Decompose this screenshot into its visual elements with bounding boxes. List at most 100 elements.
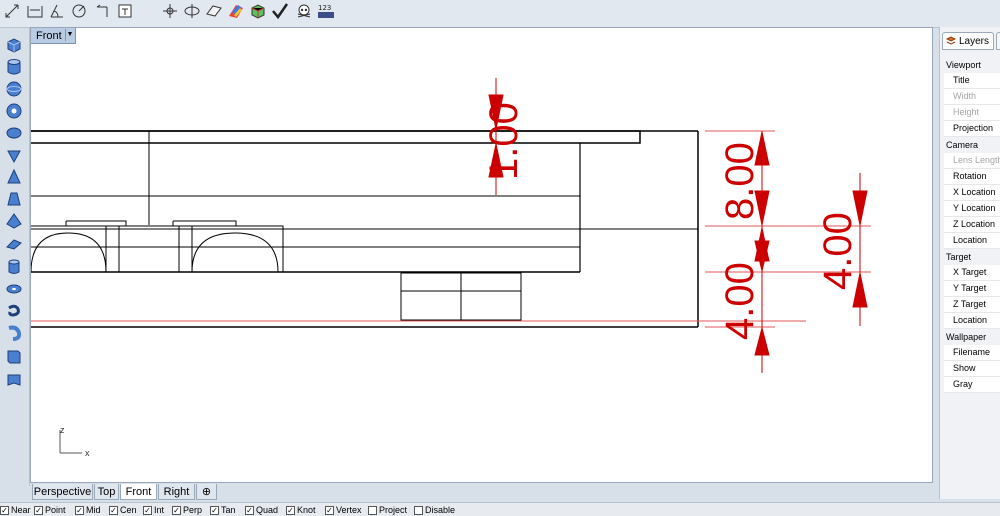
pipe-icon[interactable] [4,257,24,277]
check-icon[interactable] [270,1,290,21]
next-panel-tab[interactable] [996,32,1000,50]
sphere-icon[interactable] [4,79,24,99]
layers-tab[interactable]: Layers [942,32,994,50]
spring-icon[interactable] [4,301,24,321]
prop-height: Height [944,105,1000,121]
checkbox-icon[interactable] [368,505,377,515]
checkbox-icon[interactable]: ✓ [286,505,295,515]
ribbon-icon[interactable] [4,323,24,343]
osnap-tan[interactable]: ✓ Tan [210,505,236,515]
numbers-icon[interactable]: 123 [316,1,336,21]
prop-target-location[interactable]: Location [944,313,1000,329]
view-tabs-bar: Perspective Top Front Right ⊕ [30,484,933,501]
osnap-point[interactable]: ✓ Point [34,505,66,515]
layers-tab-label: Layers [959,35,990,47]
section-target: Target [944,249,1000,265]
checkbox-icon[interactable]: ✓ [143,505,152,515]
wedge-icon[interactable] [4,233,24,253]
checkbox-icon[interactable]: ✓ [325,505,334,515]
checkbox-icon[interactable]: ✓ [34,505,43,515]
checkbox-icon[interactable]: ✓ [109,505,118,515]
flag-icon[interactable] [4,371,24,391]
osnap-vertex[interactable]: ✓ Vertex [325,505,362,515]
tetra-icon[interactable] [4,211,24,231]
prop-gray[interactable]: Gray [944,377,1000,393]
viewport-title-tab[interactable]: Front ▼ [31,28,76,44]
skull-icon[interactable] [294,1,314,21]
box-edit-icon[interactable] [4,347,24,367]
front-viewport[interactable]: 1.00 8.00 4.00 4.00 z x Front ▼ [30,27,933,483]
osnap-quad[interactable]: ✓ Quad [245,505,278,515]
prop-camera-location[interactable]: Location [944,233,1000,249]
viewport-title: Front [36,29,62,42]
checkbox-icon[interactable]: ✓ [210,505,219,515]
text-icon[interactable] [115,1,135,21]
prop-y-target[interactable]: Y Target [944,281,1000,297]
dim-leader-icon[interactable] [93,1,113,21]
osnap-cen[interactable]: ✓ Cen [109,505,137,515]
osnap-int[interactable]: ✓ Int [143,505,164,515]
dimension-far-right-label: 4.00 [816,212,860,290]
tab-right[interactable]: Right [158,484,195,500]
tab-top[interactable]: Top [94,484,119,500]
prop-lens-length: Lens Length [944,153,1000,169]
rotate-view-icon[interactable] [182,1,202,21]
prop-y-location[interactable]: Y Location [944,201,1000,217]
prop-title[interactable]: Title [944,73,1000,89]
box-icon[interactable] [4,35,24,55]
dim-angle-icon[interactable] [47,1,67,21]
prop-rotation[interactable]: Rotation [944,169,1000,185]
prop-z-location[interactable]: Z Location [944,217,1000,233]
prop-projection[interactable]: Projection [944,121,1000,137]
osnap-near[interactable]: ✓ Near [0,505,31,515]
tab-front[interactable]: Front [120,484,157,500]
axis-z-label: z [60,425,65,435]
pyramid-icon[interactable] [4,167,24,187]
prop-x-location[interactable]: X Location [944,185,1000,201]
osnap-project[interactable]: Project [368,505,407,515]
color-icon[interactable] [226,1,246,21]
checkbox-icon[interactable]: ✓ [172,505,181,515]
right-wheel [191,232,279,273]
ellipsoid-icon[interactable] [4,123,24,143]
plane-icon[interactable] [204,1,224,21]
left-toolbar [0,28,30,486]
cone-icon[interactable] [4,145,24,165]
truncated-cone-icon[interactable] [4,189,24,209]
osnap-disable[interactable]: Disable [414,505,455,515]
center-block [118,225,180,273]
checkbox-icon[interactable]: ✓ [245,505,254,515]
checkbox-icon[interactable]: ✓ [75,505,84,515]
prop-x-target[interactable]: X Target [944,265,1000,281]
section-camera: Camera [944,137,1000,153]
prop-z-target[interactable]: Z Target [944,297,1000,313]
main-toolbar: 123 [0,0,1000,28]
osnap-knot[interactable]: ✓ Knot [286,505,316,515]
dimension-top-label: 1.00 [482,102,526,180]
drawing-canvas[interactable]: 1.00 8.00 4.00 4.00 z x [31,28,933,483]
dim-radius-icon[interactable] [69,1,89,21]
section-wallpaper: Wallpaper [944,329,1000,345]
top-plate-outline [31,130,641,144]
prop-width: Width [944,89,1000,105]
box-color-icon[interactable] [248,1,268,21]
tab-perspective[interactable]: Perspective [32,484,93,500]
dimension-right-large-label: 8.00 [718,142,762,220]
cylinder-icon[interactable] [4,57,24,77]
dim-aligned-icon[interactable] [3,1,23,21]
snap-icon[interactable] [160,1,180,21]
add-viewport-icon[interactable]: ⊕ [196,484,217,500]
viewport-menu-icon[interactable]: ▼ [65,29,74,41]
checkbox-icon[interactable] [414,505,423,515]
prop-filename[interactable]: Filename [944,345,1000,361]
checkbox-icon[interactable]: ✓ [0,505,9,515]
osnap-perp[interactable]: ✓ Perp [172,505,202,515]
section-viewport: Viewport [944,57,1000,73]
viewport-properties: Viewport Title Width Height Projection C… [944,57,1000,393]
prop-show[interactable]: Show [944,361,1000,377]
torus-icon[interactable] [4,101,24,121]
osnap-bar: ✓ Near ✓ Point ✓ Mid ✓ Cen ✓ Int ✓ Perp ✓ Tan ✓… [0,502,1000,516]
osnap-mid[interactable]: ✓ Mid [75,505,101,515]
disk-icon[interactable] [4,279,24,299]
dim-linear-icon[interactable] [25,1,45,21]
